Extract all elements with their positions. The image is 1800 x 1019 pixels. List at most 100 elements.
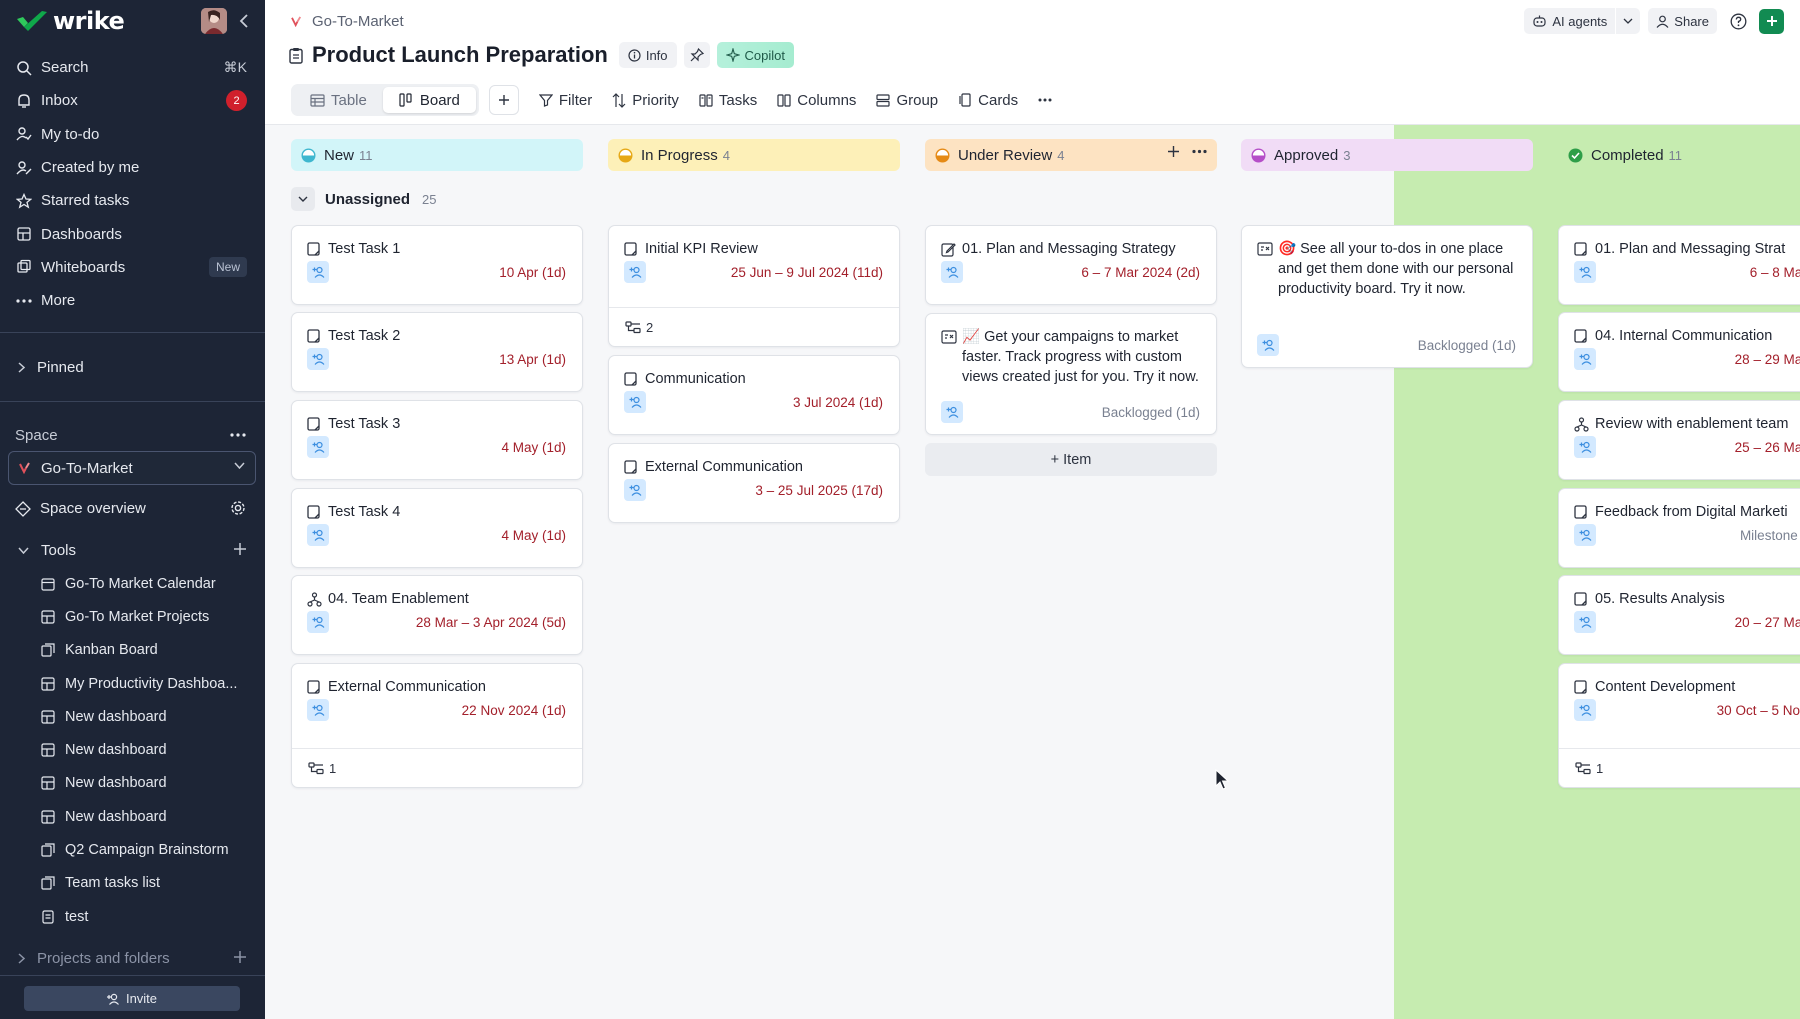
task-card[interactable]: 01. Plan and Messaging Strat 6 – 8 Mar 20…	[1558, 225, 1800, 305]
add-view-button[interactable]	[488, 85, 519, 115]
priority-button[interactable]: Priority	[612, 92, 679, 109]
space-more-icon[interactable]	[228, 425, 248, 445]
projects-and-folders-section[interactable]: Projects and folders	[0, 943, 265, 973]
column-header-under-review[interactable]: Under Review 4	[925, 139, 1217, 171]
share-button[interactable]: Share	[1648, 8, 1717, 34]
assign-user-button[interactable]	[1574, 611, 1596, 633]
tool-item[interactable]: Go-To Market Projects	[0, 600, 265, 633]
collapse-group-button[interactable]	[291, 187, 315, 211]
tool-item[interactable]: New dashboard	[0, 800, 265, 833]
task-card[interactable]: Feedback from Digital Marketi Milestone 1…	[1558, 488, 1800, 568]
tool-item[interactable]: Go-To Market Calendar	[0, 567, 265, 600]
columns-button[interactable]: Columns	[777, 92, 856, 109]
more-options-button[interactable]	[1038, 98, 1052, 102]
column-menu-icon[interactable]	[1192, 145, 1207, 158]
assign-user-button[interactable]	[1257, 334, 1279, 356]
info-button[interactable]: Info	[618, 42, 677, 68]
group-button[interactable]: Group	[876, 92, 938, 109]
sidebar-item-created-by-me[interactable]: Created by me	[0, 151, 265, 184]
task-card[interactable]: 📈 Get your campaigns to market faster. T…	[925, 313, 1217, 435]
ai-agents-dropdown[interactable]	[1616, 8, 1641, 34]
tool-item[interactable]: Q2 Campaign Brainstorm	[0, 833, 265, 866]
space-selector[interactable]: Go-To-Market	[8, 451, 256, 485]
tool-item[interactable]: My Productivity Dashboa...	[0, 667, 265, 700]
add-project-icon[interactable]	[233, 950, 247, 964]
task-card[interactable]: External Communication 22 Nov 2024 (1d) 1	[291, 663, 583, 788]
filter-button[interactable]: Filter	[538, 92, 592, 109]
assign-user-button[interactable]	[307, 261, 329, 283]
tasks-button[interactable]: Tasks	[699, 92, 757, 109]
pin-button[interactable]	[683, 42, 710, 68]
task-card[interactable]: Initial KPI Review 25 Jun – 9 Jul 2024 (1…	[608, 225, 900, 347]
sidebar-item-my-todo[interactable]: My to-do	[0, 118, 265, 151]
sidebar-item-inbox[interactable]: Inbox 2	[0, 84, 265, 117]
task-card[interactable]: Communication 3 Jul 2024 (1d)	[608, 355, 900, 435]
task-card[interactable]: Review with enablement team 25 – 26 Mar 2…	[1558, 400, 1800, 480]
tool-item[interactable]: New dashboard	[0, 733, 265, 766]
dashboard-icon	[40, 676, 56, 692]
wrike-logo[interactable]: wrike	[15, 7, 125, 35]
create-new-button[interactable]	[1759, 8, 1784, 34]
assign-user-button[interactable]	[624, 391, 646, 413]
assign-user-button[interactable]	[1574, 436, 1596, 458]
sidebar-item-more[interactable]: More	[0, 284, 265, 317]
tab-board[interactable]: Board	[382, 87, 476, 113]
task-card[interactable]: Content Development 30 Oct – 5 Nov 202 1	[1558, 663, 1800, 788]
sidebar-pinned-section[interactable]: Pinned	[0, 351, 265, 384]
assign-user-button[interactable]	[307, 611, 329, 633]
task-card[interactable]: 04. Team Enablement 28 Mar – 3 Apr 2024 (…	[291, 575, 583, 655]
assign-user-button[interactable]	[307, 524, 329, 546]
tab-table[interactable]: Table	[294, 87, 383, 113]
column-header-in-progress[interactable]: In Progress 4	[608, 139, 900, 171]
subtasks-indicator[interactable]: 1	[1559, 748, 1800, 788]
assign-user-button[interactable]	[624, 479, 646, 501]
breadcrumb[interactable]: Go-To-Market	[291, 13, 404, 30]
sidebar-item-search[interactable]: Search ⌘K	[0, 51, 265, 84]
column-header-new[interactable]: New 11	[291, 139, 583, 171]
tools-section-header[interactable]: Tools	[0, 534, 265, 567]
gear-icon[interactable]	[229, 499, 247, 517]
add-task-icon[interactable]	[1167, 145, 1180, 158]
add-item-button[interactable]: + Item	[925, 443, 1217, 476]
assign-user-button[interactable]	[307, 436, 329, 458]
tool-item[interactable]: Kanban Board	[0, 634, 265, 667]
invite-button[interactable]: Invite	[24, 986, 240, 1011]
assign-user-button[interactable]	[307, 348, 329, 370]
task-card[interactable]: 01. Plan and Messaging Strategy 6 – 7 Mar…	[925, 225, 1217, 305]
assign-user-button[interactable]	[941, 261, 963, 283]
avatar[interactable]	[201, 8, 227, 34]
task-card[interactable]: Test Task 4 4 May (1d)	[291, 488, 583, 568]
tool-item[interactable]: Team tasks list	[0, 867, 265, 900]
task-card[interactable]: 05. Results Analysis 20 – 27 Mar 202	[1558, 575, 1800, 655]
assign-user-button[interactable]	[1574, 524, 1596, 546]
cards-button[interactable]: Cards	[958, 92, 1018, 109]
task-card[interactable]: External Communication 3 – 25 Jul 2025 (1…	[608, 443, 900, 523]
sidebar-item-whiteboards[interactable]: Whiteboards New	[0, 251, 265, 284]
sidebar-item-dashboards[interactable]: Dashboards	[0, 217, 265, 250]
assign-user-button[interactable]	[1574, 699, 1596, 721]
assign-user-button[interactable]	[1574, 348, 1596, 370]
subtasks-indicator[interactable]: 1	[292, 748, 582, 788]
sidebar-item-starred-tasks[interactable]: Starred tasks	[0, 184, 265, 217]
task-card[interactable]: 04. Internal Communication 28 – 29 Mar 20…	[1558, 312, 1800, 392]
assign-user-button[interactable]	[307, 699, 329, 721]
add-tool-icon[interactable]	[233, 542, 247, 556]
assign-user-button[interactable]	[1574, 261, 1596, 283]
copilot-button[interactable]: Copilot	[716, 42, 794, 68]
tool-item[interactable]: New dashboard	[0, 767, 265, 800]
subtasks-indicator[interactable]: 2	[609, 307, 899, 347]
column-header-completed[interactable]: Completed 11	[1558, 139, 1800, 171]
assign-user-button[interactable]	[941, 401, 963, 423]
task-card[interactable]: 🎯 See all your to-dos in one place and g…	[1241, 225, 1533, 368]
collapse-sidebar-icon[interactable]	[234, 11, 254, 31]
task-card[interactable]: Test Task 2 13 Apr (1d)	[291, 312, 583, 392]
column-header-approved[interactable]: Approved 3	[1241, 139, 1533, 171]
assign-user-button[interactable]	[624, 261, 646, 283]
task-card[interactable]: Test Task 1 10 Apr (1d)	[291, 225, 583, 305]
tool-item[interactable]: test	[0, 900, 265, 933]
ai-agents-button[interactable]: AI agents	[1524, 8, 1616, 34]
tool-item[interactable]: New dashboard	[0, 700, 265, 733]
task-card[interactable]: Test Task 3 4 May (1d)	[291, 400, 583, 480]
help-icon[interactable]	[1725, 8, 1751, 34]
space-overview[interactable]: Space overview	[0, 492, 265, 525]
